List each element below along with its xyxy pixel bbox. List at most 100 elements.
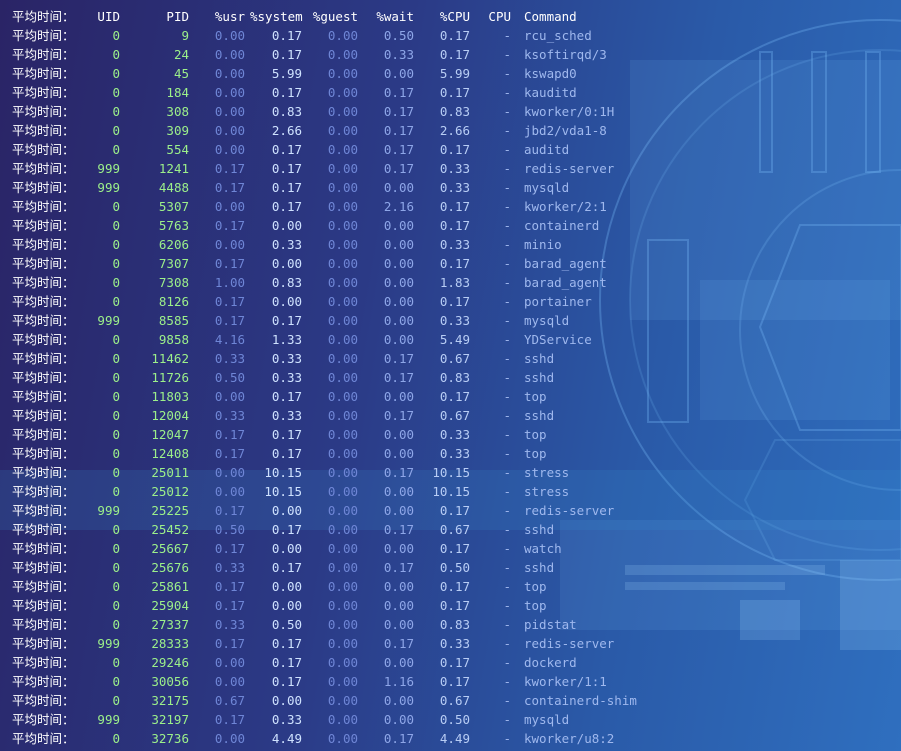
cell-command: kauditd	[524, 85, 577, 100]
cell-guest: 0.00	[327, 28, 358, 43]
cell-wait: 0.00	[383, 313, 414, 328]
cell-cpu-percent: 0.33	[439, 636, 470, 651]
row-label: 平均时间：	[12, 313, 75, 328]
cell-cpu-percent: 0.17	[439, 294, 470, 309]
cell-usr: 0.00	[214, 655, 245, 670]
cell-cpu: -	[503, 294, 511, 309]
cell-cpu-percent: 0.50	[439, 560, 470, 575]
cell-usr: 0.17	[214, 427, 245, 442]
column-header-cpu-percent: %CPU	[439, 9, 470, 24]
cell-system: 0.17	[271, 28, 302, 43]
cell-usr: 0.17	[214, 256, 245, 271]
cell-guest: 0.00	[327, 712, 358, 727]
cell-usr: 0.00	[214, 66, 245, 81]
cell-cpu-percent: 0.67	[439, 408, 470, 423]
cell-guest: 0.00	[327, 199, 358, 214]
cell-system: 0.17	[271, 199, 302, 214]
cell-command: pidstat	[524, 617, 577, 632]
cell-wait: 0.17	[383, 465, 414, 480]
row-label: 平均时间：	[12, 427, 75, 442]
cell-cpu: -	[503, 484, 511, 499]
cell-guest: 0.00	[327, 218, 358, 233]
cell-guest: 0.00	[327, 332, 358, 347]
cell-guest: 0.00	[327, 123, 358, 138]
cell-cpu: -	[503, 161, 511, 176]
table-header-row: 平均时间： UID PID %usr %system %guest %wait …	[0, 7, 901, 26]
cell-wait: 0.17	[383, 104, 414, 119]
cell-cpu-percent: 0.17	[439, 389, 470, 404]
cell-cpu: -	[503, 560, 511, 575]
header-label-spacer: 平均时间：	[12, 9, 75, 24]
cell-cpu: -	[503, 370, 511, 385]
cell-pid: 24	[173, 47, 189, 62]
cell-cpu: -	[503, 731, 511, 746]
cell-cpu: -	[503, 332, 511, 347]
cell-system: 0.00	[271, 256, 302, 271]
column-header-command: Command	[524, 9, 577, 24]
cell-wait: 0.00	[383, 389, 414, 404]
cell-wait: 0.00	[383, 294, 414, 309]
cell-usr: 0.00	[214, 104, 245, 119]
cell-system: 0.17	[271, 389, 302, 404]
cell-wait: 0.00	[383, 218, 414, 233]
cell-guest: 0.00	[327, 389, 358, 404]
cell-system: 0.00	[271, 693, 302, 708]
cell-pid: 4488	[158, 180, 189, 195]
table-row: 平均时间： 0 32175 0.67 0.00 0.00 0.00 0.67 - containe…	[0, 691, 901, 710]
table-row: 平均时间： 0 12408 0.17 0.17 0.00 0.00 0.33 - top	[0, 444, 901, 463]
cell-system: 0.00	[271, 598, 302, 613]
cell-uid: 999	[97, 161, 120, 176]
cell-wait: 0.00	[383, 693, 414, 708]
table-row: 平均时间： 0 308 0.00 0.83 0.00 0.17 0.83 - kworker/0:…	[0, 102, 901, 121]
cell-system: 0.17	[271, 47, 302, 62]
cell-system: 10.15	[264, 484, 302, 499]
cell-usr: 0.50	[214, 370, 245, 385]
cell-wait: 0.50	[383, 28, 414, 43]
cell-uid: 0	[112, 693, 120, 708]
table-row: 平均时间： 0 11803 0.00 0.17 0.00 0.00 0.17 - top	[0, 387, 901, 406]
cell-cpu: -	[503, 674, 511, 689]
cell-pid: 308	[166, 104, 189, 119]
cell-cpu-percent: 0.33	[439, 427, 470, 442]
cell-system: 0.17	[271, 85, 302, 100]
table-row: 平均时间： 999 32197 0.17 0.33 0.00 0.00 0.50 - mysqld	[0, 710, 901, 729]
cell-system: 5.99	[271, 66, 302, 81]
row-label: 平均时间：	[12, 617, 75, 632]
cell-cpu: -	[503, 541, 511, 556]
cell-pid: 32197	[151, 712, 189, 727]
cell-guest: 0.00	[327, 351, 358, 366]
cell-uid: 0	[112, 674, 120, 689]
cell-pid: 25904	[151, 598, 189, 613]
cell-cpu-percent: 0.17	[439, 256, 470, 271]
cell-pid: 11726	[151, 370, 189, 385]
table-row: 平均时间： 0 29246 0.00 0.17 0.00 0.00 0.17 - dockerd	[0, 653, 901, 672]
cell-command: redis-server	[524, 503, 615, 518]
cell-guest: 0.00	[327, 142, 358, 157]
cell-system: 0.17	[271, 636, 302, 651]
row-label: 平均时间：	[12, 712, 75, 727]
cell-wait: 0.00	[383, 655, 414, 670]
table-row: 平均时间： 0 9 0.00 0.17 0.00 0.50 0.17 - rcu_sched	[0, 26, 901, 45]
row-label: 平均时间：	[12, 218, 75, 233]
cell-system: 0.17	[271, 560, 302, 575]
cell-uid: 0	[112, 389, 120, 404]
cell-cpu-percent: 0.33	[439, 180, 470, 195]
table-row: 平均时间： 0 24 0.00 0.17 0.00 0.33 0.17 - ksoftirqd/3	[0, 45, 901, 64]
cell-cpu-percent: 0.17	[439, 503, 470, 518]
cell-guest: 0.00	[327, 598, 358, 613]
cell-wait: 0.00	[383, 237, 414, 252]
row-label: 平均时间：	[12, 199, 75, 214]
cell-usr: 0.00	[214, 28, 245, 43]
cell-uid: 0	[112, 85, 120, 100]
row-label: 平均时间：	[12, 655, 75, 670]
row-label: 平均时间：	[12, 275, 75, 290]
cell-uid: 999	[97, 503, 120, 518]
cell-uid: 0	[112, 465, 120, 480]
cell-command: kworker/2:1	[524, 199, 607, 214]
cell-pid: 29246	[151, 655, 189, 670]
cell-uid: 0	[112, 47, 120, 62]
cell-guest: 0.00	[327, 85, 358, 100]
cell-wait: 0.17	[383, 636, 414, 651]
cell-wait: 0.00	[383, 503, 414, 518]
cell-cpu: -	[503, 712, 511, 727]
